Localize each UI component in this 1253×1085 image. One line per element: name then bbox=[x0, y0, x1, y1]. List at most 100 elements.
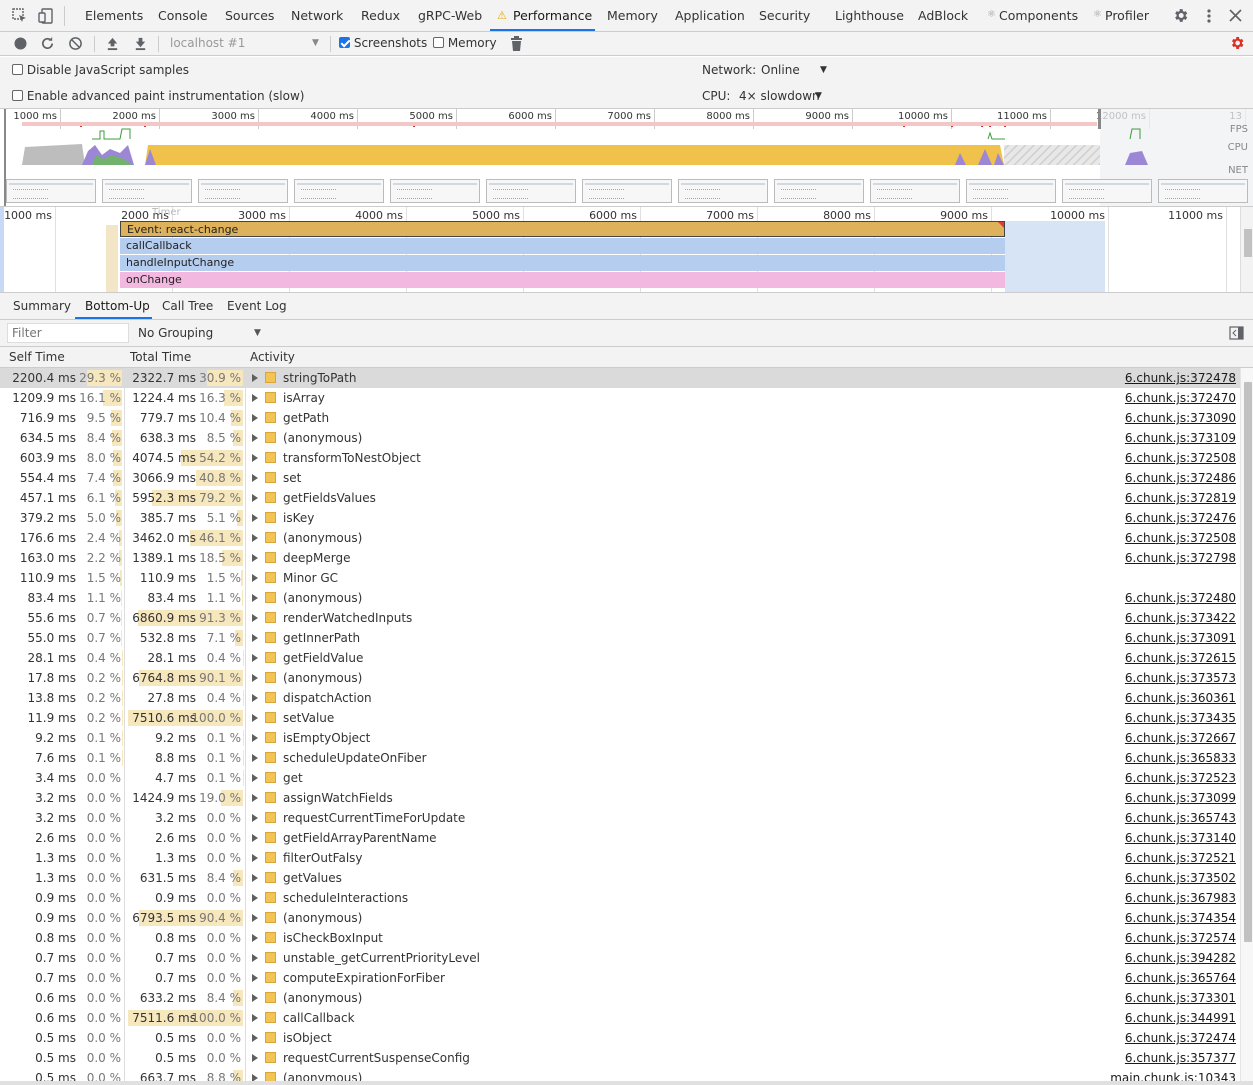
source-link[interactable]: 6.chunk.js:372798 bbox=[1125, 551, 1236, 565]
expand-triangle-icon[interactable] bbox=[252, 654, 258, 662]
detail-tab-summary[interactable]: Summary bbox=[13, 299, 71, 313]
table-row[interactable]: 0.5 ms 0.0 % 0.5 ms 0.0 % isObject 6.chunk.js… bbox=[0, 1028, 1240, 1048]
tab-memory[interactable]: Memory bbox=[607, 8, 658, 23]
activity-header[interactable]: Activity bbox=[250, 350, 295, 364]
expand-triangle-icon[interactable] bbox=[252, 734, 258, 742]
total-time-header[interactable]: Total Time bbox=[130, 350, 191, 364]
source-link[interactable]: 6.chunk.js:372474 bbox=[1125, 1031, 1236, 1045]
source-link[interactable]: 6.chunk.js:373099 bbox=[1125, 791, 1236, 805]
tab-elements[interactable]: Elements bbox=[85, 8, 143, 23]
tab-redux[interactable]: Redux bbox=[361, 8, 400, 23]
tab-security[interactable]: Security bbox=[759, 8, 810, 23]
flame-handleinputchange[interactable]: handleInputChange bbox=[120, 255, 1005, 271]
table-row[interactable]: 2200.4 ms 29.3 % 2322.7 ms 30.9 % stringToPa… bbox=[0, 368, 1240, 388]
source-link[interactable]: 6.chunk.js:372523 bbox=[1125, 771, 1236, 785]
source-link[interactable]: 6.chunk.js:372508 bbox=[1125, 451, 1236, 465]
flame-scrollbar[interactable] bbox=[1240, 207, 1253, 292]
screenshot-thumbnail[interactable] bbox=[774, 179, 864, 203]
expand-triangle-icon[interactable] bbox=[252, 574, 258, 582]
source-link[interactable]: 6.chunk.js:373109 bbox=[1125, 431, 1236, 445]
expand-triangle-icon[interactable] bbox=[252, 474, 258, 482]
expand-triangle-icon[interactable] bbox=[252, 594, 258, 602]
table-row[interactable]: 0.7 ms 0.0 % 0.7 ms 0.0 % unstable_getCurren… bbox=[0, 948, 1240, 968]
screenshot-thumbnail[interactable] bbox=[6, 179, 96, 203]
table-row[interactable]: 554.4 ms 7.4 % 3066.9 ms 40.8 % set 6.chunk.j… bbox=[0, 468, 1240, 488]
expand-triangle-icon[interactable] bbox=[252, 374, 258, 382]
table-row[interactable]: 28.1 ms 0.4 % 28.1 ms 0.4 % getFieldValue 6.c… bbox=[0, 648, 1240, 668]
toggle-sidebar-icon[interactable] bbox=[1229, 326, 1244, 340]
table-row[interactable]: 3.2 ms 0.0 % 3.2 ms 0.0 % requestCurrentTime… bbox=[0, 808, 1240, 828]
tab-application[interactable]: Application bbox=[675, 8, 745, 23]
table-row[interactable]: 1.3 ms 0.0 % 631.5 ms 8.4 % getValues 6.chunk… bbox=[0, 868, 1240, 888]
expand-triangle-icon[interactable] bbox=[252, 494, 258, 502]
target-select[interactable]: localhost #1 bbox=[170, 36, 245, 50]
screenshot-thumbnail[interactable] bbox=[1158, 179, 1248, 203]
tab-profiler[interactable]: Profiler bbox=[1105, 8, 1149, 23]
source-link[interactable]: 6.chunk.js:372486 bbox=[1125, 471, 1236, 485]
table-row[interactable]: 83.4 ms 1.1 % 83.4 ms 1.1 % (anonymous) 6.chu… bbox=[0, 588, 1240, 608]
source-link[interactable]: 6.chunk.js:373502 bbox=[1125, 871, 1236, 885]
expand-triangle-icon[interactable] bbox=[252, 834, 258, 842]
tab-grpc-web[interactable]: gRPC-Web bbox=[418, 8, 482, 23]
source-link[interactable]: 6.chunk.js:373091 bbox=[1125, 631, 1236, 645]
table-row[interactable]: 457.1 ms 6.1 % 5952.3 ms 79.2 % getFieldsVal… bbox=[0, 488, 1240, 508]
grouping-select[interactable]: No Grouping bbox=[138, 326, 213, 340]
tab-lighthouse[interactable]: Lighthouse bbox=[835, 8, 904, 23]
expand-triangle-icon[interactable] bbox=[252, 414, 258, 422]
table-row[interactable]: 17.8 ms 0.2 % 6764.8 ms 90.1 % (anonymous) 6.… bbox=[0, 668, 1240, 688]
source-link[interactable]: 6.chunk.js:373573 bbox=[1125, 671, 1236, 685]
advanced-paint-checkbox[interactable]: Enable advanced paint instrumentation (s… bbox=[12, 89, 304, 103]
table-row[interactable]: 13.8 ms 0.2 % 27.8 ms 0.4 % dispatchAction 6.… bbox=[0, 688, 1240, 708]
flame-callcallback[interactable]: callCallback bbox=[120, 238, 1005, 254]
table-row[interactable]: 2.6 ms 0.0 % 2.6 ms 0.0 % getFieldArrayParen… bbox=[0, 828, 1240, 848]
source-link[interactable]: 6.chunk.js:357377 bbox=[1125, 1051, 1236, 1065]
screenshot-thumbnail[interactable] bbox=[102, 179, 192, 203]
source-link[interactable]: 6.chunk.js:365764 bbox=[1125, 971, 1236, 985]
expand-triangle-icon[interactable] bbox=[252, 514, 258, 522]
screenshot-thumbnail[interactable] bbox=[486, 179, 576, 203]
screenshot-thumbnail[interactable] bbox=[198, 179, 288, 203]
disable-js-samples-checkbox[interactable]: Disable JavaScript samples bbox=[12, 63, 189, 77]
source-link[interactable]: 6.chunk.js:372521 bbox=[1125, 851, 1236, 865]
table-row[interactable]: 0.5 ms 0.0 % 0.5 ms 0.0 % requestCurrentSusp… bbox=[0, 1048, 1240, 1068]
tab-sources[interactable]: Sources bbox=[225, 8, 274, 23]
expand-triangle-icon[interactable] bbox=[252, 794, 258, 802]
table-row[interactable]: 1209.9 ms 16.1 % 1224.4 ms 16.3 % isArray 6.c… bbox=[0, 388, 1240, 408]
source-link[interactable]: 6.chunk.js:394282 bbox=[1125, 951, 1236, 965]
expand-triangle-icon[interactable] bbox=[252, 934, 258, 942]
close-icon[interactable] bbox=[1229, 9, 1242, 22]
expand-triangle-icon[interactable] bbox=[252, 994, 258, 1002]
filter-input[interactable] bbox=[7, 323, 129, 343]
table-row[interactable]: 55.6 ms 0.7 % 6860.9 ms 91.3 % renderWatched… bbox=[0, 608, 1240, 628]
source-link[interactable]: 6.chunk.js:372819 bbox=[1125, 491, 1236, 505]
source-link[interactable]: 6.chunk.js:373090 bbox=[1125, 411, 1236, 425]
expand-triangle-icon[interactable] bbox=[252, 694, 258, 702]
source-link[interactable]: 6.chunk.js:360361 bbox=[1125, 691, 1236, 705]
source-link[interactable]: 6.chunk.js:372508 bbox=[1125, 531, 1236, 545]
timeline-overview[interactable]: 1000 ms 2000 ms 3000 ms 4000 ms 5000 ms 6000 … bbox=[0, 109, 1253, 207]
expand-triangle-icon[interactable] bbox=[252, 674, 258, 682]
table-scrollbar[interactable] bbox=[1240, 368, 1253, 1081]
expand-triangle-icon[interactable] bbox=[252, 454, 258, 462]
source-link[interactable]: 6.chunk.js:372478 bbox=[1125, 371, 1236, 385]
detail-tab-call-tree[interactable]: Call Tree bbox=[162, 299, 213, 313]
chevron-down-icon[interactable]: ▼ bbox=[254, 328, 261, 338]
expand-triangle-icon[interactable] bbox=[252, 534, 258, 542]
table-row[interactable]: 379.2 ms 5.0 % 385.7 ms 5.1 % isKey 6.chunk.j… bbox=[0, 508, 1240, 528]
source-link[interactable]: 6.chunk.js:372470 bbox=[1125, 391, 1236, 405]
table-row[interactable]: 0.6 ms 0.0 % 7511.6 ms 100.0 % callCallback 6… bbox=[0, 1008, 1240, 1028]
source-link[interactable]: 6.chunk.js:372476 bbox=[1125, 511, 1236, 525]
tab-console[interactable]: Console bbox=[158, 8, 208, 23]
load-profile-icon[interactable] bbox=[105, 36, 120, 51]
expand-triangle-icon[interactable] bbox=[252, 914, 258, 922]
flame-onchange[interactable]: onChange bbox=[120, 272, 1005, 288]
table-row[interactable]: 716.9 ms 9.5 % 779.7 ms 10.4 % getPath 6.chun… bbox=[0, 408, 1240, 428]
screenshot-thumbnail[interactable] bbox=[390, 179, 480, 203]
screenshot-thumbnail[interactable] bbox=[966, 179, 1056, 203]
table-row[interactable]: 0.9 ms 0.0 % 6793.5 ms 90.4 % (anonymous) 6.c… bbox=[0, 908, 1240, 928]
expand-triangle-icon[interactable] bbox=[252, 1034, 258, 1042]
table-row[interactable]: 55.0 ms 0.7 % 532.8 ms 7.1 % getInnerPath 6.c… bbox=[0, 628, 1240, 648]
table-row[interactable]: 0.8 ms 0.0 % 0.8 ms 0.0 % isCheckBoxInput 6.c… bbox=[0, 928, 1240, 948]
clear-icon[interactable] bbox=[68, 36, 83, 51]
source-link[interactable]: 6.chunk.js:374354 bbox=[1125, 911, 1236, 925]
